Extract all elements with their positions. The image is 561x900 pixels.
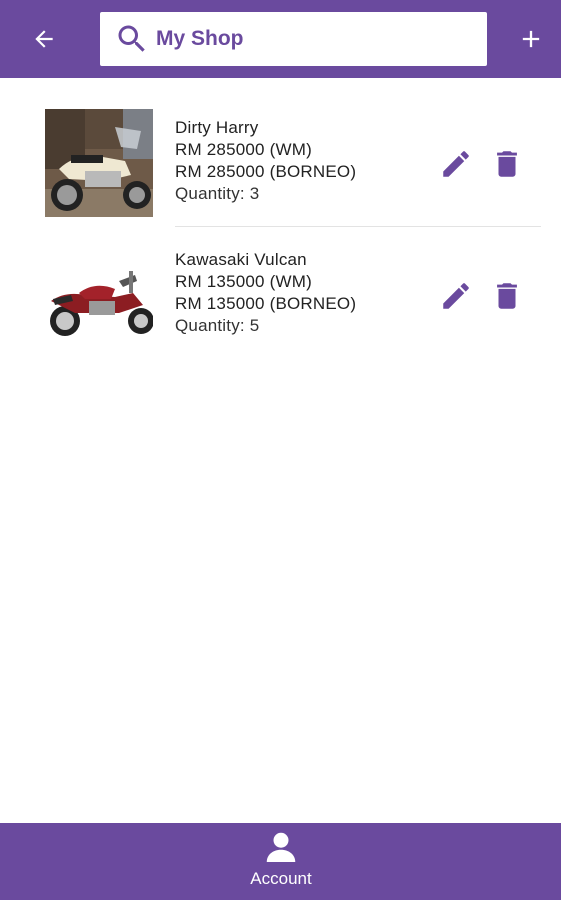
product-quantity: Quantity: 3 [175, 184, 260, 203]
edit-button[interactable] [437, 145, 475, 183]
delete-button[interactable] [488, 277, 526, 315]
plus-icon [522, 30, 540, 48]
price-borneo: RM 285000 (BORNEO) [175, 162, 357, 181]
list-item[interactable]: Dirty Harry RM 285000 (WM) RM 285000 (BO… [0, 95, 561, 227]
pencil-icon [443, 283, 469, 309]
price-borneo: RM 135000 (BORNEO) [175, 294, 357, 313]
product-quantity: Quantity: 5 [175, 316, 260, 335]
search-bar[interactable] [100, 12, 487, 66]
product-name: Dirty Harry [175, 118, 259, 137]
product-details: Dirty Harry RM 285000 (WM) RM 285000 (BO… [175, 117, 356, 205]
search-input[interactable] [156, 19, 456, 59]
price-wm: RM 285000 (WM) [175, 140, 312, 159]
app-bar [0, 0, 561, 78]
arrow-left-icon [35, 30, 53, 48]
product-name: Kawasaki Vulcan [175, 250, 307, 269]
delete-button[interactable] [488, 145, 526, 183]
account-tab[interactable]: Account [230, 829, 332, 897]
search-icon [110, 17, 154, 61]
product-thumbnail [45, 109, 153, 217]
product-details: Kawasaki Vulcan RM 135000 (WM) RM 135000… [175, 249, 356, 337]
product-list: Dirty Harry RM 285000 (WM) RM 285000 (BO… [0, 95, 561, 359]
product-thumbnail [45, 241, 153, 349]
edit-button[interactable] [437, 277, 475, 315]
pencil-icon [443, 151, 469, 177]
back-button[interactable] [22, 20, 66, 58]
person-icon [266, 832, 296, 862]
bottom-navigation: Account [0, 823, 561, 900]
account-label: Account [250, 869, 312, 888]
add-item-button[interactable] [509, 18, 553, 60]
price-wm: RM 135000 (WM) [175, 272, 312, 291]
trash-icon [497, 283, 517, 309]
list-item[interactable]: Kawasaki Vulcan RM 135000 (WM) RM 135000… [0, 227, 561, 359]
trash-icon [497, 151, 517, 177]
